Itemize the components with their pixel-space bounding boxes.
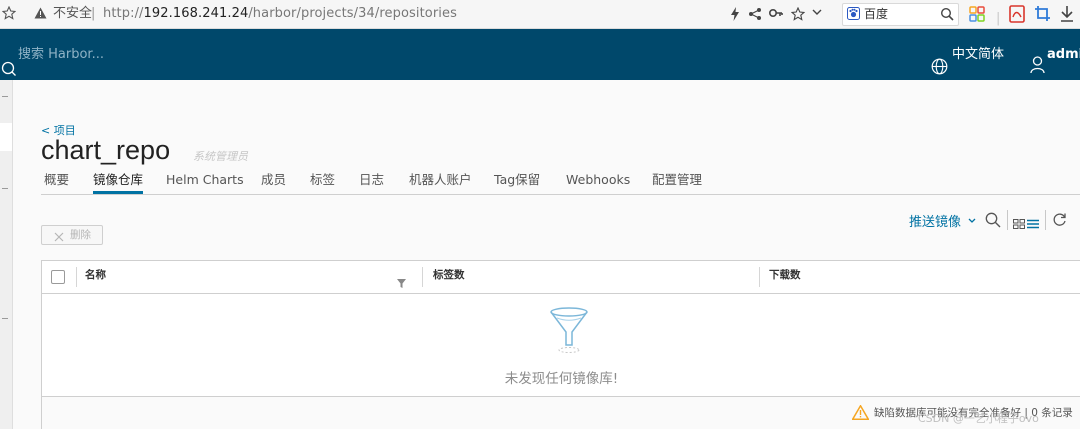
search-icon[interactable] <box>940 7 954 21</box>
url-separator: | <box>91 6 96 21</box>
chevron-down-icon <box>968 218 976 223</box>
main-content: < 项目 chart_repo 系统管理员 概要 镜像仓库 Helm Chart… <box>13 80 1080 429</box>
security-label: 不安全 <box>53 6 93 21</box>
tab-webhooks[interactable]: Webhooks <box>566 170 630 194</box>
toolbar-divider <box>1045 210 1046 230</box>
delete-label: 删除 <box>70 229 91 241</box>
sidebar-marker <box>2 318 8 319</box>
column-downloads[interactable]: 下载数 <box>769 261 801 293</box>
sidebar <box>0 80 13 429</box>
empty-state-message: 未发现任何镜像库! <box>504 371 619 387</box>
column-divider <box>76 267 77 287</box>
column-divider <box>759 267 760 287</box>
column-divider <box>422 267 423 287</box>
table-header: 名称 标签数 下载数 <box>42 261 1080 294</box>
sidebar-marker <box>2 96 8 97</box>
close-icon <box>54 230 64 248</box>
role-badge: 系统管理员 <box>193 150 248 163</box>
lightning-icon[interactable] <box>730 7 740 21</box>
browser-toolbar: 不安全 | http://192.168.241.24/harbor/proje… <box>0 0 1080 29</box>
address-url[interactable]: http://192.168.241.24/harbor/projects/34… <box>103 0 457 28</box>
select-all-checkbox[interactable] <box>51 270 65 284</box>
share-icon[interactable] <box>748 7 762 21</box>
tab-summary[interactable]: 概要 <box>44 170 69 194</box>
search-engine-name: 百度 <box>864 7 889 21</box>
tab-tag-retention[interactable]: Tag保留 <box>494 170 540 194</box>
sidebar-marker <box>2 188 8 189</box>
star-icon[interactable] <box>2 6 16 22</box>
warning-triangle-icon <box>851 404 870 424</box>
empty-funnel-icon <box>549 307 589 359</box>
user-menu[interactable]: admin <box>1047 29 1080 80</box>
url-path: /harbor/projects/34/repositories <box>248 6 457 21</box>
warning-icon[interactable] <box>34 7 47 21</box>
list-view-icon[interactable] <box>1027 214 1039 233</box>
header-search-icon[interactable] <box>1 47 16 76</box>
repositories-table: 名称 标签数 下载数 未发现任何镜像库! 缺陷数据库可能没有完全准备好 | 0 … <box>41 260 1080 429</box>
tab-robot-accounts[interactable]: 机器人账户 <box>409 170 472 194</box>
baidu-icon <box>847 7 860 20</box>
push-image-label: 推送镜像 <box>909 215 962 230</box>
filter-icon[interactable] <box>397 273 406 292</box>
tab-labels[interactable]: 标签 <box>310 170 335 194</box>
url-host: 192.168.241.24 <box>143 6 249 21</box>
header-search-input[interactable]: 搜索 Harbor... <box>18 29 104 80</box>
refresh-icon[interactable] <box>1052 212 1067 231</box>
crop-icon[interactable] <box>1034 5 1051 23</box>
sidebar-selected-item[interactable] <box>0 123 12 151</box>
tab-bar: 概要 镜像仓库 Helm Charts 成员 标签 日志 机器人账户 Tag保留… <box>41 170 1080 195</box>
language-selector[interactable]: 中文简体 <box>952 29 1004 80</box>
tab-members[interactable]: 成员 <box>261 170 286 194</box>
apps-grid-icon[interactable] <box>969 6 985 22</box>
toolbar-separator: | <box>996 11 1001 26</box>
page-title: chart_repo <box>41 135 171 165</box>
url-prefix: http:// <box>103 6 144 21</box>
delete-button[interactable]: 删除 <box>41 225 103 245</box>
column-name[interactable]: 名称 <box>85 261 106 293</box>
bookmark-star-icon[interactable] <box>791 7 805 21</box>
tab-helm-charts[interactable]: Helm Charts <box>166 170 244 194</box>
push-image-dropdown[interactable]: 推送镜像 <box>909 211 976 230</box>
watermark: CSDN @一艺小程子ovo <box>918 412 1039 425</box>
key-icon[interactable] <box>769 8 783 20</box>
toolbar-divider <box>1007 210 1008 230</box>
tab-configuration[interactable]: 配置管理 <box>652 170 702 194</box>
user-icon[interactable] <box>1030 45 1045 74</box>
tab-logs[interactable]: 日志 <box>359 170 384 194</box>
app-header: 搜索 Harbor... 中文简体 admin <box>0 29 1080 80</box>
tab-repositories[interactable]: 镜像仓库 <box>93 170 144 194</box>
globe-icon[interactable] <box>931 46 948 75</box>
pdf-icon[interactable] <box>1009 5 1025 23</box>
card-view-icon[interactable] <box>1013 214 1025 233</box>
chevron-down-icon[interactable] <box>812 9 822 19</box>
filter-search-icon[interactable] <box>985 212 1001 232</box>
download-icon[interactable] <box>1060 5 1074 23</box>
column-tags-count[interactable]: 标签数 <box>433 261 465 293</box>
